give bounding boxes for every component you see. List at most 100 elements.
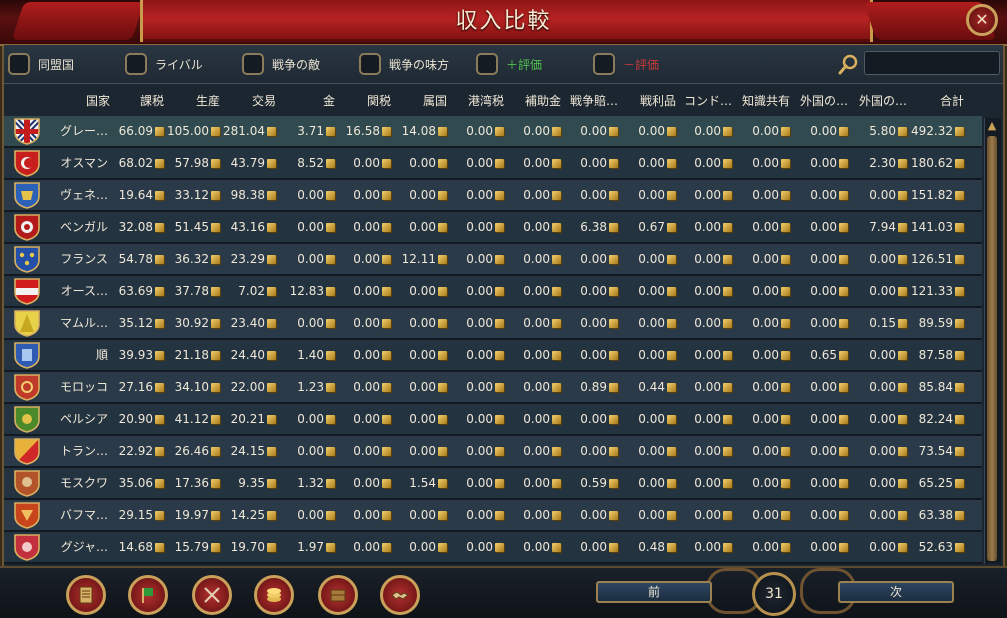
table-row[interactable]: トラン… 22.92 26.46 24.15 0.00 0.00 0.00 0.00 0.00 0… <box>4 436 982 468</box>
country-name[interactable]: ペルシア <box>46 404 108 434</box>
country-shield-icon[interactable] <box>14 118 40 145</box>
filter-war-enemies[interactable]: 戦争の敵 <box>242 51 320 77</box>
country-name[interactable]: モロッコ <box>46 372 108 402</box>
country-name[interactable]: 順 <box>46 340 108 370</box>
country-shield-icon[interactable] <box>14 182 40 209</box>
checkbox[interactable] <box>476 53 498 75</box>
country-shield-icon[interactable] <box>14 246 40 273</box>
country-name[interactable]: トラン… <box>46 436 108 466</box>
header-foreign-1[interactable]: 外国の… <box>794 84 848 114</box>
header-production[interactable]: 生産 <box>168 84 220 114</box>
scroll-up-arrow-icon[interactable]: ▲ <box>984 118 1000 134</box>
table-row[interactable]: モロッコ 27.16 34.10 22.00 1.23 0.00 0.00 0.00 0.00 0… <box>4 372 982 404</box>
table-row[interactable]: オスマン 68.02 57.98 43.79 8.52 0.00 0.00 0.00 0.00 0… <box>4 148 982 180</box>
country-shield-icon[interactable] <box>14 502 40 529</box>
country-shield-icon[interactable] <box>14 342 40 369</box>
country-name[interactable]: ヴェネ… <box>46 180 108 210</box>
ducats-icon <box>609 447 618 456</box>
table-row[interactable]: グジャ… 14.68 15.79 19.70 1.97 0.00 0.00 0.00 0.00 0… <box>4 532 982 564</box>
header-total[interactable]: 合計 <box>910 84 964 114</box>
checkbox[interactable] <box>359 53 381 75</box>
table-row[interactable]: ペルシア 20.90 41.12 20.21 0.00 0.00 0.00 0.00 0.00 0… <box>4 404 982 436</box>
country-shield-icon[interactable] <box>14 470 40 497</box>
table-row[interactable]: オース… 63.69 37.78 7.02 12.83 0.00 0.00 0.00 0.00 0… <box>4 276 982 308</box>
country-name[interactable]: グジャ… <box>46 532 108 562</box>
close-button[interactable]: ✕ <box>966 4 998 36</box>
scrollbar-thumb[interactable] <box>987 136 997 561</box>
header-trade[interactable]: 交易 <box>224 84 276 114</box>
country-shield-icon[interactable] <box>14 406 40 433</box>
country-shield-icon[interactable] <box>14 374 40 401</box>
country-name[interactable]: バフマ… <box>46 500 108 530</box>
military-button[interactable] <box>192 575 232 615</box>
header-foreign-2[interactable]: 外国の… <box>852 84 907 114</box>
country-name[interactable]: マムル… <box>46 308 108 338</box>
country-shield-icon[interactable] <box>14 310 40 337</box>
table-row[interactable]: マムル… 35.12 30.92 23.40 0.00 0.00 0.00 0.00 0.00 0… <box>4 308 982 340</box>
ducats-icon <box>438 255 447 264</box>
header-subsidies[interactable]: 補助金 <box>508 84 561 114</box>
filter-positive-opinion[interactable]: ＋評価 <box>476 51 542 77</box>
table-row[interactable]: モスクワ 35.06 17.36 9.35 1.32 0.00 1.54 0.00 0.00 0.… <box>4 468 982 500</box>
cell-value: 23.29 <box>230 252 265 266</box>
cell-trade: 23.40 <box>220 308 276 338</box>
header-harbor-fees[interactable]: 港湾税 <box>451 84 504 114</box>
ducats-icon <box>552 511 561 520</box>
checkbox[interactable] <box>593 53 615 75</box>
cell-war-spoils: 0.48 <box>618 532 676 562</box>
search-icon[interactable] <box>838 53 860 75</box>
diplomacy-flag-button[interactable] <box>128 575 168 615</box>
header-condottieri[interactable]: コンド… <box>680 84 732 114</box>
country-name[interactable]: オスマン <box>46 148 108 178</box>
table-row[interactable]: ヴェネ… 19.64 33.12 98.38 0.00 0.00 0.00 0.00 0.00 0… <box>4 180 982 212</box>
header-war-spoils[interactable]: 戦利品 <box>622 84 676 114</box>
header-gold[interactable]: 金 <box>280 84 335 114</box>
country-shield-icon[interactable] <box>14 150 40 177</box>
trade-button[interactable] <box>318 575 358 615</box>
ducats-icon <box>326 287 335 296</box>
cell-value: 0.00 <box>409 348 436 362</box>
checkbox[interactable] <box>242 53 264 75</box>
header-knowledge-sharing[interactable]: 知識共有 <box>736 84 790 114</box>
filter-war-allies[interactable]: 戦争の味方 <box>359 51 449 77</box>
header-war-reparations[interactable]: 戦争賠… <box>565 84 618 114</box>
next-page-button[interactable]: 次 <box>838 581 954 603</box>
table-row[interactable]: 順 39.93 21.18 24.40 1.40 0.00 0.00 0.00 0.00 0.00… <box>4 340 982 372</box>
cell-value: 0.00 <box>409 188 436 202</box>
country-shield-icon[interactable] <box>14 278 40 305</box>
flag-icon <box>142 588 153 603</box>
country-shield-icon[interactable] <box>14 534 40 561</box>
country-name[interactable]: モスクワ <box>46 468 108 498</box>
cell-foreign-2: 0.00 <box>848 180 907 210</box>
ducats-icon <box>552 255 561 264</box>
header-tariffs[interactable]: 関税 <box>339 84 391 114</box>
search-input[interactable] <box>864 51 1000 75</box>
header-country[interactable]: 国家 <box>44 84 110 114</box>
ducats-icon <box>326 223 335 232</box>
table-row[interactable]: グレー… 66.09 105.00 281.04 3.71 16.58 14.08 0.00 0… <box>4 116 982 148</box>
ducats-icon <box>495 543 504 552</box>
economy-button[interactable] <box>254 575 294 615</box>
country-name[interactable]: フランス <box>46 244 108 274</box>
checkbox[interactable] <box>125 53 147 75</box>
ledger-button[interactable] <box>66 575 106 615</box>
header-tax[interactable]: 課税 <box>114 84 164 114</box>
previous-page-button[interactable]: 前 <box>596 581 712 603</box>
table-row[interactable]: フランス 54.78 36.32 23.29 0.00 0.00 12.11 0.00 0.00… <box>4 244 982 276</box>
relations-button[interactable] <box>380 575 420 615</box>
country-shield-icon[interactable] <box>14 438 40 465</box>
checkbox[interactable] <box>8 53 30 75</box>
country-shield-icon[interactable] <box>14 214 40 241</box>
country-name[interactable]: ベンガル <box>46 212 108 242</box>
cell-harbor-fees: 0.00 <box>447 244 504 274</box>
filter-rivals[interactable]: ライバル <box>125 51 203 77</box>
country-name[interactable]: グレー… <box>46 116 108 146</box>
cell-value: 24.40 <box>230 348 265 362</box>
filter-allies[interactable]: 同盟国 <box>8 51 74 77</box>
country-name[interactable]: オース… <box>46 276 108 306</box>
table-row[interactable]: バフマ… 29.15 19.97 14.25 0.00 0.00 0.00 0.00 0.00 0… <box>4 500 982 532</box>
header-vassals[interactable]: 属国 <box>395 84 447 114</box>
filter-negative-opinion[interactable]: －評価 <box>593 51 659 77</box>
cell-harbor-fees: 0.00 <box>447 116 504 146</box>
table-row[interactable]: ベンガル 32.08 51.45 43.16 0.00 0.00 0.00 0.00 0.00 6… <box>4 212 982 244</box>
